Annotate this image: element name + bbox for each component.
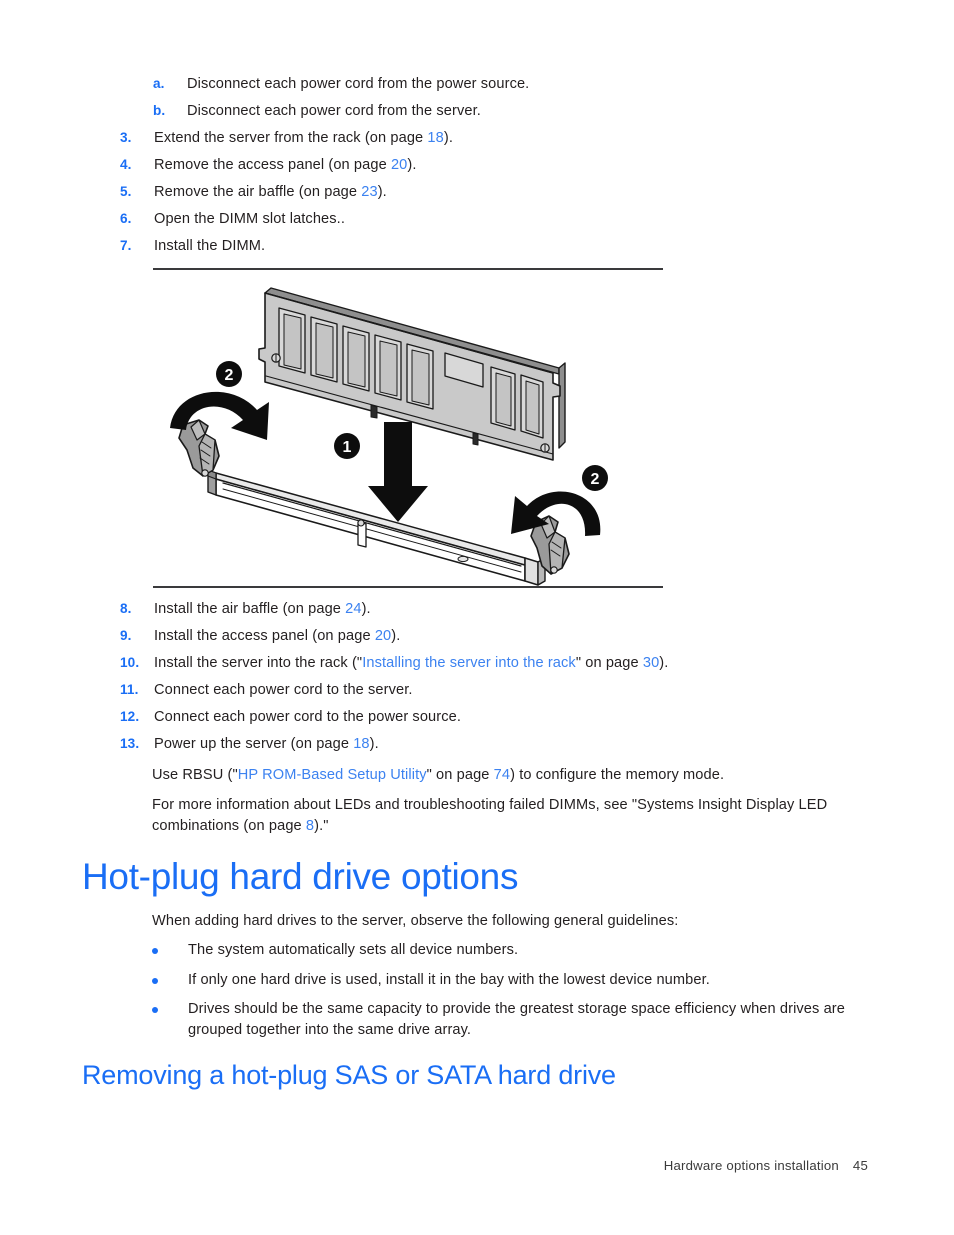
paragraph-rbsu: Use RBSU ("HP ROM-Based Setup Utility" o… [152, 767, 725, 783]
list-item-step-10: 10. Install the server into the rack ("I… [120, 655, 900, 673]
page-ref[interactable]: 24 [345, 601, 361, 617]
callout-2-right-label: 2 [591, 471, 600, 488]
footer-page-number: 45 [852, 1158, 868, 1173]
paragraph-hotplug-intro: When adding hard drives to the server, o… [152, 913, 679, 929]
page-heading-removing-hot-plug-drive: Removing a hot-plug SAS or SATA hard dri… [82, 1060, 616, 1090]
page-footer: Hardware options installation 45 [0, 1158, 954, 1173]
list-text: Disconnect each power cord from the powe… [187, 76, 530, 92]
list-marker: 12. [120, 709, 140, 724]
list-marker: 8. [120, 601, 132, 616]
bullet-marker-icon [152, 1007, 188, 1013]
callout-2-right: 2 [582, 465, 608, 491]
list-marker: 9. [120, 628, 132, 643]
list-item-step-12: 12. Connect each power cord to the power… [120, 709, 880, 727]
list-item-step-4: 4. Remove the access panel (on page 20). [120, 157, 860, 175]
list-text: Connect each power cord to the power sou… [154, 709, 461, 725]
cross-reference-link[interactable]: Installing the server into the rack [362, 655, 576, 671]
page-heading-hot-plug-hard-drive-options: Hot-plug hard drive options [82, 856, 519, 897]
figure-dimm-installation: 1 2 2 [153, 268, 663, 588]
list-item-step-3: 3. Extend the server from the rack (on p… [120, 130, 860, 148]
list-text: Connect each power cord to the server. [154, 682, 413, 698]
footer-chapter: Hardware options installation [663, 1158, 839, 1173]
list-marker: 11. [120, 682, 139, 697]
paragraph-leds: For more information about LEDs and trou… [152, 797, 828, 834]
callout-2-left: 2 [216, 361, 242, 387]
list-marker: 13. [120, 736, 140, 751]
list-text: Remove the access panel (on page 20). [154, 157, 417, 173]
insert-direction-arrow [368, 422, 428, 522]
page-ref[interactable]: 20 [391, 157, 407, 173]
list-marker: b. [153, 103, 166, 118]
list-item-bullet-1: The system automatically sets all device… [152, 940, 892, 961]
list-text: Install the air baffle (on page 24). [154, 601, 371, 617]
list-marker: 4. [120, 157, 132, 172]
document-page: a. Disconnect each power cord from the p… [0, 0, 954, 1235]
list-item-step-11: 11. Connect each power cord to the serve… [120, 682, 880, 700]
page-ref[interactable]: 18 [427, 130, 443, 146]
list-marker: a. [153, 76, 165, 91]
figure-illustration: 1 2 2 [170, 287, 608, 586]
list-marker: 7. [120, 238, 132, 253]
list-marker: 6. [120, 211, 132, 226]
list-text: Extend the server from the rack (on page… [154, 130, 453, 146]
list-item-step-13: 13. Power up the server (on page 18). [120, 736, 880, 754]
list-text: Install the server into the rack ("Insta… [154, 655, 669, 671]
bullet-text: If only one hard drive is used, install … [188, 972, 710, 988]
list-item-bullet-3: Drives should be the same capacity to pr… [152, 999, 882, 1040]
list-marker: 5. [120, 184, 132, 199]
page-ref[interactable]: 30 [643, 655, 659, 671]
callout-1-label: 1 [343, 439, 352, 456]
page-ref[interactable]: 8 [306, 818, 314, 834]
list-text: Power up the server (on page 18). [154, 736, 379, 752]
list-item-step-b: b. Disconnect each power cord from the s… [153, 103, 853, 121]
list-marker: 3. [120, 130, 132, 145]
callout-2-left-label: 2 [225, 367, 234, 384]
callout-1: 1 [334, 433, 360, 459]
page-ref[interactable]: 23 [361, 184, 377, 200]
list-item-step-6: 6. Open the DIMM slot latches.. [120, 211, 860, 229]
cross-reference-link-rbsu[interactable]: HP ROM-Based Setup Utility [238, 767, 427, 783]
list-text: Install the access panel (on page 20). [154, 628, 401, 644]
page-ref[interactable]: 74 [494, 767, 510, 783]
list-text: Install the DIMM. [154, 238, 266, 254]
bullet-text: The system automatically sets all device… [188, 942, 519, 958]
list-item-step-a: a. Disconnect each power cord from the p… [153, 76, 853, 94]
list-text: Disconnect each power cord from the serv… [187, 103, 481, 119]
bullet-text: Drives should be the same capacity to pr… [188, 1001, 845, 1038]
list-item-step-5: 5. Remove the air baffle (on page 23). [120, 184, 860, 202]
list-text: Open the DIMM slot latches.. [154, 211, 345, 227]
list-text: Remove the air baffle (on page 23). [154, 184, 387, 200]
bullet-marker-icon [152, 978, 188, 984]
list-item-bullet-2: If only one hard drive is used, install … [152, 970, 892, 991]
page-ref[interactable]: 20 [375, 628, 391, 644]
figure-bottom-rule [153, 586, 663, 588]
list-item-step-8: 8. Install the air baffle (on page 24). [120, 601, 880, 619]
page-ref[interactable]: 18 [353, 736, 369, 752]
list-item-step-7: 7. Install the DIMM. [120, 238, 860, 256]
list-marker: 10. [120, 655, 140, 670]
list-item-step-9: 9. Install the access panel (on page 20)… [120, 628, 880, 646]
bullet-marker-icon [152, 948, 188, 954]
